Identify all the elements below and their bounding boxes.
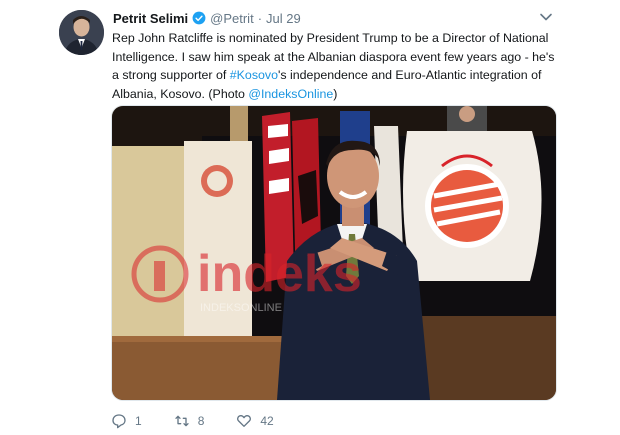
tweet-text: Rep John Ratcliffe is nominated by Presi… <box>112 29 557 103</box>
reply-button[interactable]: 1 <box>111 413 142 429</box>
like-button[interactable]: 42 <box>236 413 274 429</box>
heart-icon <box>237 415 252 427</box>
chevron-down-icon[interactable] <box>539 10 553 24</box>
retweet-button[interactable]: 8 <box>174 413 205 429</box>
author-name[interactable]: Petrit Selimi <box>113 11 188 26</box>
retweet-icon <box>175 415 189 427</box>
verified-badge-icon <box>192 11 206 25</box>
separator-dot: · <box>257 10 263 26</box>
tweet-date[interactable]: Jul 29 <box>266 11 301 26</box>
avatar[interactable] <box>59 10 104 55</box>
retweet-count: 8 <box>197 414 205 428</box>
mention-link[interactable]: @IndeksOnline <box>248 87 333 101</box>
reply-icon <box>112 414 126 429</box>
tweet-photo[interactable]: indeks INDEKSONLINE <box>111 105 557 401</box>
reply-count: 1 <box>135 414 142 428</box>
tweet-actions: 1 8 42 <box>111 411 306 431</box>
watermark-text: indeks <box>197 245 362 303</box>
watermark-subtext: INDEKSONLINE <box>200 302 282 314</box>
tweet-header: Petrit Selimi @Petrit · Jul 29 <box>113 9 301 27</box>
like-count: 42 <box>260 414 274 428</box>
tweet-text-part: ) <box>333 86 338 101</box>
tweet-card: Petrit Selimi @Petrit · Jul 29 Rep John … <box>0 0 620 435</box>
hashtag-link[interactable]: #Kosovo <box>230 68 278 82</box>
author-handle[interactable]: @Petrit <box>210 11 254 26</box>
